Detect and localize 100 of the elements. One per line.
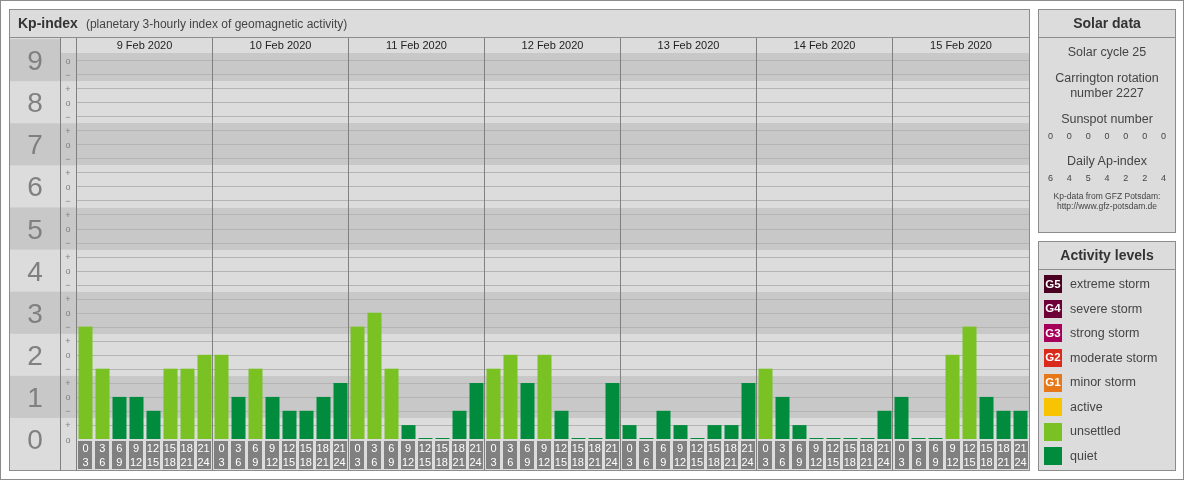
kp-bar <box>248 368 263 439</box>
kp-third-mark: + <box>65 294 71 305</box>
kp-level-label: 7 <box>27 129 43 161</box>
kp-third-mark: o <box>65 224 71 235</box>
time-slot-label: 12 15 <box>553 441 568 469</box>
kp-bar <box>384 368 399 439</box>
kp-bar <box>146 410 161 439</box>
kp-third-mark: + <box>65 210 71 220</box>
time-slot-label: 6 9 <box>928 441 943 469</box>
time-slot-label: 6 9 <box>248 441 263 469</box>
day-label: 9 Feb 2020 <box>116 38 173 53</box>
time-slot-label: 15 18 <box>434 441 449 469</box>
kp-bar <box>333 383 348 439</box>
level-label: active <box>1070 398 1103 416</box>
kp-third-mark: − <box>65 111 71 122</box>
chart-title: Kp-index <box>18 14 78 33</box>
panel-title: Activity levels <box>1060 246 1154 265</box>
kp-level-label: 8 <box>27 87 43 119</box>
kp-bar <box>282 410 297 439</box>
kp-bar <box>112 396 127 439</box>
kp-bar <box>996 410 1011 439</box>
axis-shaded-band <box>10 39 77 82</box>
time-slot-label: 15 18 <box>570 441 585 469</box>
kp-third-mark: − <box>65 238 71 249</box>
time-slot-label: 15 18 <box>842 441 857 469</box>
kp-level-label: 2 <box>27 339 43 371</box>
kp-bar <box>775 396 790 439</box>
day-label: 12 Feb 2020 <box>521 38 584 53</box>
time-slot-label: 18 21 <box>587 441 602 469</box>
time-slot-label: 18 21 <box>315 441 330 469</box>
kp-bar <box>741 383 756 439</box>
time-slot-label: 21 24 <box>468 441 483 469</box>
sunspot-value: 0 <box>1048 129 1053 143</box>
kp-third-mark: o <box>65 308 71 319</box>
level-label: strong storm <box>1070 325 1140 343</box>
time-slot-label: 9 12 <box>401 441 416 469</box>
kp-level-label: 0 <box>27 424 43 455</box>
level-swatch: G1 <box>1044 373 1062 392</box>
ap-index-value: 4 <box>1160 171 1166 185</box>
level-swatch: G2 <box>1044 349 1062 368</box>
time-slot-label: 0 3 <box>214 441 229 469</box>
day-label: 13 Feb 2020 <box>657 38 720 53</box>
source-note: http://www.gfz-potsdam.de <box>1056 201 1158 212</box>
time-slot-label: 0 3 <box>486 441 501 469</box>
kp-third-mark: + <box>65 252 71 263</box>
sunspot-value: 0 <box>1104 129 1110 143</box>
kp-bar <box>95 368 110 439</box>
time-slot-label: 9 12 <box>673 441 688 469</box>
kp-third-mark: − <box>65 195 71 206</box>
level-label: moderate storm <box>1070 349 1158 367</box>
kp-bar <box>792 425 807 439</box>
time-slot-label: 12 15 <box>145 441 160 469</box>
kp-third-mark: − <box>65 153 71 164</box>
kp-third-mark: − <box>65 280 71 291</box>
time-slot-label: 21 24 <box>196 441 211 469</box>
kp-third-mark: + <box>65 83 71 94</box>
time-slot-label: 18 21 <box>996 441 1011 469</box>
axis-shaded-band <box>10 375 77 418</box>
time-slot-label: 6 9 <box>656 441 671 469</box>
kp-third-mark: + <box>65 125 71 136</box>
sunspot-value: 0 <box>1160 129 1166 143</box>
kp-bar <box>163 368 178 439</box>
time-slot-label: 3 6 <box>231 441 246 469</box>
time-slot-label: 0 3 <box>350 441 365 469</box>
kp-bar <box>469 383 484 439</box>
kp-bar <box>724 425 739 439</box>
sunspot-value: 0 <box>1123 129 1129 143</box>
time-slot-label: 18 21 <box>859 441 874 469</box>
time-slot-label: 21 24 <box>604 441 619 469</box>
ap-index-value: 4 <box>1066 171 1072 185</box>
kp-third-mark: − <box>65 406 71 417</box>
kp-third-mark: o <box>65 434 71 445</box>
day-label: 10 Feb 2020 <box>249 38 312 53</box>
kp-bar <box>452 410 467 439</box>
time-slot-label: 6 9 <box>112 441 127 469</box>
time-slot-label: 12 15 <box>281 441 296 469</box>
kp-third-mark: o <box>65 97 71 108</box>
axis-shaded-band <box>10 123 77 166</box>
time-slot-label: 3 6 <box>911 441 926 469</box>
level-label: quiet <box>1070 448 1098 466</box>
kp-bar <box>877 410 892 439</box>
level-label: severe storm <box>1070 300 1143 318</box>
kp-third-mark: + <box>65 420 71 431</box>
kp-third-mark: + <box>65 167 71 178</box>
time-slot-label: 18 21 <box>723 441 738 469</box>
time-slot-label: 6 9 <box>792 441 807 469</box>
ap-index-value: 4 <box>1104 171 1110 185</box>
chart-subtitle: (planetary 3-hourly index of geomagnetic activity) <box>85 15 348 33</box>
kp-level-label: 1 <box>27 381 43 413</box>
time-slot-label: 21 24 <box>332 441 347 469</box>
sunspot-value: 0 <box>1066 129 1072 143</box>
kp-bar <box>1013 410 1028 439</box>
time-slot-label: 9 12 <box>945 441 960 469</box>
kp-bar <box>401 425 416 439</box>
level-label: minor storm <box>1070 374 1136 392</box>
kp-bar <box>622 425 637 439</box>
time-slot-label: 21 24 <box>1013 441 1028 469</box>
kp-bar <box>265 396 280 439</box>
kp-third-mark: o <box>65 139 71 150</box>
level-label: extreme storm <box>1070 275 1150 293</box>
